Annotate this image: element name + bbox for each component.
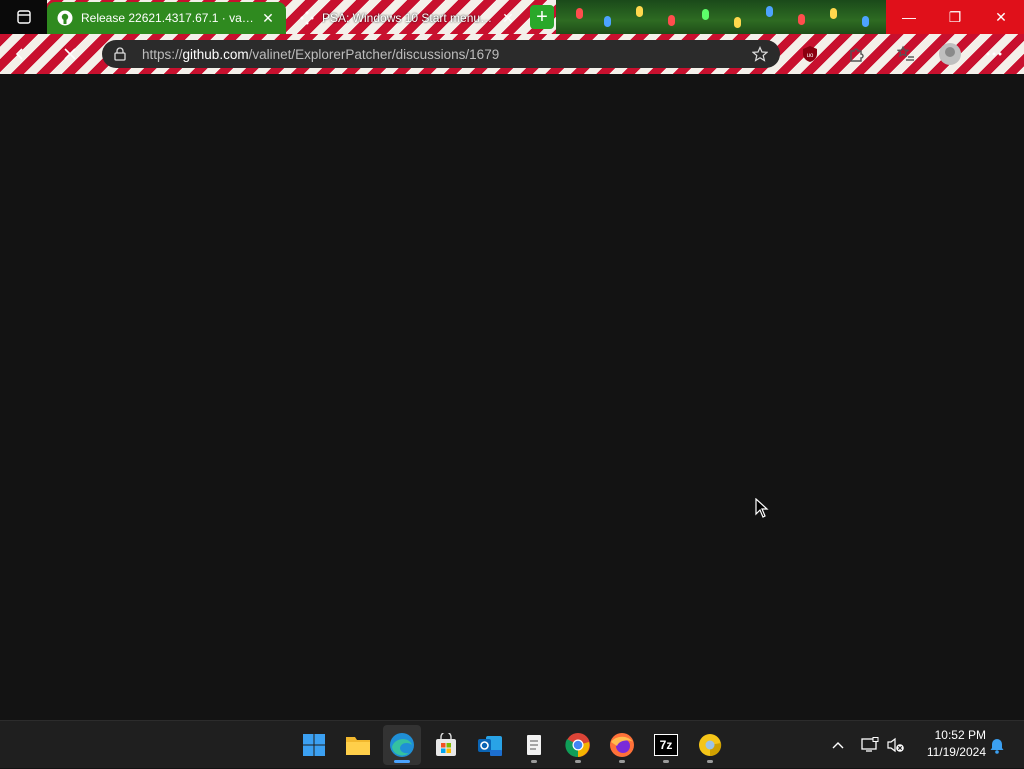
start-button[interactable] (295, 725, 333, 765)
notepad-icon (527, 735, 541, 755)
extensions-button[interactable] (842, 40, 870, 68)
close-icon (64, 48, 76, 60)
outlook-icon (478, 736, 502, 756)
active-indicator (394, 760, 410, 763)
address-bar[interactable]: https://github.com/valinet/ExplorerPatch… (102, 40, 780, 68)
notifications-button[interactable] (986, 721, 1008, 769)
running-indicator (663, 760, 669, 763)
chrome-button[interactable] (559, 725, 597, 765)
ublock-icon: uo (803, 46, 817, 62)
running-indicator (707, 760, 713, 763)
more-options-button[interactable] (980, 40, 1008, 68)
favorites-list-icon (897, 45, 914, 61)
back-arrow-icon (15, 48, 23, 60)
chrome-icon (565, 733, 590, 758)
url-text: https://github.com/valinet/ExplorerPatch… (142, 46, 500, 62)
holiday-lights-decoration (556, 0, 886, 34)
back-button[interactable] (6, 40, 34, 68)
close-window-button[interactable]: ✕ (978, 0, 1024, 34)
tab-psa-windows[interactable]: PSA: Windows 10 Start menu iss... ✕ (290, 2, 526, 34)
chrome-canary-button[interactable] (691, 725, 729, 765)
running-indicator (619, 760, 625, 763)
show-hidden-icons-button[interactable] (826, 721, 850, 769)
7zip-label: 7z (659, 738, 673, 752)
microsoft-store-button[interactable] (427, 725, 465, 765)
close-tab-icon[interactable]: ✕ (500, 10, 516, 27)
notepad-button[interactable] (515, 725, 553, 765)
volume-button[interactable] (884, 721, 908, 769)
puzzle-icon (850, 48, 864, 62)
tab-actions-icon (16, 10, 31, 24)
favorites-button[interactable] (892, 40, 920, 68)
monitor-network-icon (861, 737, 879, 752)
profile-button[interactable] (936, 40, 964, 68)
file-explorer-button[interactable] (339, 725, 377, 765)
speaker-muted-icon (887, 737, 904, 753)
mouse-cursor-icon (755, 498, 769, 518)
tab-strip: Release 22621.4317.67.1 · valinet/ ✕ PSA… (0, 0, 1024, 34)
star-icon[interactable] (752, 46, 768, 62)
edge-button[interactable] (383, 725, 421, 765)
firefox-icon (610, 733, 634, 757)
clock-time: 10:52 PM (934, 728, 986, 742)
github-icon (57, 10, 73, 26)
network-status-button[interactable] (858, 721, 882, 769)
more-dots-icon (986, 52, 1002, 56)
canary-icon (699, 734, 722, 757)
browser-toolbar: https://github.com/valinet/ExplorerPatch… (0, 34, 1024, 74)
tab-github-release[interactable]: Release 22621.4317.67.1 · valinet/ ✕ (47, 2, 286, 34)
running-indicator (575, 760, 581, 763)
tab-title: PSA: Windows 10 Start menu iss... (322, 11, 494, 25)
edge-icon (390, 733, 414, 757)
svg-text:uo: uo (807, 53, 814, 59)
outlook-button[interactable] (471, 725, 509, 765)
tab-actions-button[interactable] (0, 0, 47, 34)
running-indicator (531, 760, 537, 763)
minimize-button[interactable]: — (886, 0, 932, 34)
restore-button[interactable]: ❐ (932, 0, 978, 34)
new-tab-button[interactable]: + (530, 5, 554, 29)
taskbar: 7z 10:52 PM 11/19/2024 (0, 720, 1024, 768)
bell-icon (990, 739, 1004, 754)
windows-logo-icon (303, 734, 325, 756)
7zip-button[interactable]: 7z (647, 725, 685, 765)
loading-icon (300, 11, 314, 25)
folder-icon (346, 737, 370, 755)
tab-title: Release 22621.4317.67.1 · valinet/ (81, 11, 254, 25)
web-page-content[interactable] (0, 74, 1024, 720)
avatar (939, 43, 961, 65)
ublock-extension-button[interactable]: uo (796, 40, 824, 68)
clock-date: 11/19/2024 (926, 745, 986, 759)
stop-loading-button[interactable] (56, 40, 84, 68)
close-tab-icon[interactable]: ✕ (260, 10, 276, 27)
navigation-buttons (0, 34, 96, 74)
store-icon (436, 733, 456, 756)
chevron-up-icon (832, 742, 844, 749)
lock-icon[interactable] (114, 47, 126, 61)
clock[interactable]: 10:52 PM 11/19/2024 (914, 727, 986, 761)
firefox-button[interactable] (603, 725, 641, 765)
